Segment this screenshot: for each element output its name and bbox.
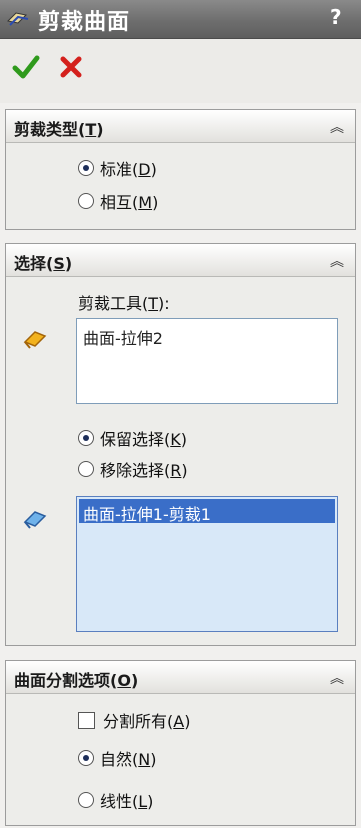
radio-selected-icon bbox=[78, 160, 94, 176]
trim-type-panel: 剪裁类型(T) ︽ 标准(D) 相互(M) bbox=[5, 109, 356, 230]
radio-remove-label: 移除选择(R) bbox=[100, 461, 188, 480]
radio-natural[interactable]: 自然(N) bbox=[78, 746, 156, 770]
trim-tool-pin-icon bbox=[23, 331, 47, 349]
checkbox-split-all[interactable]: 分割所有(A) bbox=[78, 708, 190, 732]
radio-remove-selection[interactable]: 移除选择(R) bbox=[78, 457, 188, 481]
collapse-chevron-icon[interactable]: ︽ bbox=[330, 117, 344, 137]
title-bar: 剪裁曲面 ? bbox=[0, 0, 361, 39]
split-options-panel: 曲面分割选项(O) ︽ 分割所有(A) 自然(N) 线性(L) bbox=[5, 660, 356, 826]
radio-natural-label: 自然(N) bbox=[100, 750, 157, 769]
trim-tool-label: 剪裁工具(T): bbox=[78, 294, 170, 313]
radio-selected-icon bbox=[78, 430, 94, 446]
trim-tool-listbox[interactable]: 曲面-拉伸2 bbox=[76, 318, 338, 404]
ok-button[interactable] bbox=[12, 54, 40, 80]
split-options-header[interactable]: 曲面分割选项(O) ︽ bbox=[6, 661, 355, 694]
radio-mutual[interactable]: 相互(M) bbox=[78, 189, 158, 213]
radio-linear-label: 线性(L) bbox=[100, 792, 154, 811]
radio-unselected-icon bbox=[78, 792, 94, 808]
radio-unselected-icon bbox=[78, 461, 94, 477]
pieces-pin-icon bbox=[23, 511, 47, 529]
trim-type-title: 剪裁类型(T) bbox=[14, 120, 104, 139]
radio-standard[interactable]: 标准(D) bbox=[78, 156, 157, 180]
selection-title: 选择(S) bbox=[14, 254, 73, 273]
radio-selected-icon bbox=[78, 750, 94, 766]
checkbox-unchecked-icon bbox=[78, 711, 95, 729]
cancel-button[interactable] bbox=[58, 54, 84, 80]
split-all-label: 分割所有(A) bbox=[103, 712, 191, 731]
radio-keep-label: 保留选择(K) bbox=[100, 430, 187, 449]
trim-surface-icon bbox=[6, 12, 29, 26]
radio-mutual-label: 相互(M) bbox=[100, 193, 159, 212]
radio-standard-label: 标准(D) bbox=[100, 160, 157, 179]
radio-unselected-icon bbox=[78, 193, 94, 209]
help-button[interactable]: ? bbox=[330, 5, 342, 29]
trim-tool-item[interactable]: 曲面-拉伸2 bbox=[83, 325, 163, 349]
selection-header[interactable]: 选择(S) ︽ bbox=[6, 244, 355, 277]
collapse-chevron-icon[interactable]: ︽ bbox=[330, 668, 344, 688]
radio-keep-selection[interactable]: 保留选择(K) bbox=[78, 426, 187, 450]
radio-linear[interactable]: 线性(L) bbox=[78, 788, 153, 812]
collapse-chevron-icon[interactable]: ︽ bbox=[330, 251, 344, 271]
selection-panel: 选择(S) ︽ 剪裁工具(T): 曲面-拉伸2 保留选择(K) 移除选择(R) … bbox=[5, 243, 356, 646]
trim-type-header[interactable]: 剪裁类型(T) ︽ bbox=[6, 110, 355, 143]
pieces-listbox[interactable]: 曲面-拉伸1-剪裁1 bbox=[76, 496, 338, 632]
split-options-title: 曲面分割选项(O) bbox=[14, 671, 139, 690]
pieces-item[interactable]: 曲面-拉伸1-剪裁1 bbox=[83, 501, 211, 525]
window-title: 剪裁曲面 bbox=[38, 10, 131, 35]
action-bar bbox=[0, 39, 361, 103]
